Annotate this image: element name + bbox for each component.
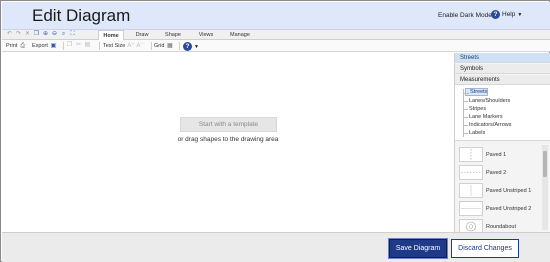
toolbar-divider xyxy=(179,42,180,50)
text-size-control[interactable]: Text Size A⁺ A⁻ xyxy=(103,42,144,50)
shape-label: Roundabout xyxy=(486,223,516,230)
grid-icon: ▦ xyxy=(167,42,173,49)
tree-item-labels[interactable]: Labels xyxy=(462,129,485,137)
section-symbols[interactable]: Symbols xyxy=(455,64,550,74)
delete-icon[interactable]: ✕ xyxy=(24,31,31,38)
section-streets[interactable]: Streets xyxy=(455,53,550,63)
page-title: Edit Diagram xyxy=(32,6,131,25)
header-bar: Edit Diagram Enable Dark Mode ? Help ▼ xyxy=(2,2,550,30)
shape-item[interactable]: Paved Unstriped 1 xyxy=(459,182,541,199)
unstriped-road-thumbnail xyxy=(459,201,483,216)
tree-item-stripes[interactable]: Stripes xyxy=(462,105,486,113)
ribbon-tabs: ↶ ↷ ✕ ❐ ⊕ ⊖ ⌕ ⛶ Home Draw Shape Views Ma… xyxy=(2,30,550,41)
shape-label: Paved Unstriped 1 xyxy=(486,187,532,194)
app-window: Edit Diagram Enable Dark Mode ? Help ▼ ↶… xyxy=(0,0,550,262)
shape-list-scrollbar[interactable] xyxy=(542,145,548,230)
help-menu[interactable]: ? Help ▼ xyxy=(491,10,522,19)
category-tree: Streets Lanes/Shoulders Stripes Lane Mar… xyxy=(455,85,550,141)
help-icon: ? xyxy=(491,10,500,19)
redo-icon[interactable]: ↷ xyxy=(15,31,22,38)
help-icon: ? xyxy=(183,42,192,51)
paste-icon[interactable]: ▤ xyxy=(84,42,91,49)
shape-library-panel: Streets Symbols Measurements Streets Lan… xyxy=(454,53,550,234)
toolbar: Print ⎙ Export ▣ ❐ ✂ ▤ Text Size A⁺ A⁻ G… xyxy=(2,40,550,52)
quick-actions: ↶ ↷ ✕ ❐ ⊕ ⊖ ⌕ ⛶ xyxy=(6,31,76,38)
tab-manage[interactable]: Manage xyxy=(226,30,254,40)
zoom-in-icon[interactable]: ⊕ xyxy=(42,31,49,38)
tree-item-lanes[interactable]: Lanes/Shoulders xyxy=(462,97,510,105)
decrease-text-icon[interactable]: A⁻ xyxy=(136,43,143,50)
increase-text-icon[interactable]: A⁺ xyxy=(127,43,134,50)
shape-label: Paved 1 xyxy=(486,151,507,158)
toolbar-divider xyxy=(99,42,100,50)
grid-label: Grid xyxy=(154,43,165,49)
zoom-fit-icon[interactable]: ⌕ xyxy=(60,31,67,38)
shape-item[interactable]: Paved 2 xyxy=(459,164,541,181)
printer-icon: ⎙ xyxy=(20,42,26,49)
help-dropdown[interactable]: ? ▼ xyxy=(183,42,199,51)
tree-item-indicators[interactable]: Indicators/Arrows xyxy=(463,121,512,129)
drawing-area[interactable]: Start with a template or drag shapes to … xyxy=(2,53,454,232)
footer-bar: Save Diagram Discard Changes xyxy=(2,232,550,262)
help-label: Help xyxy=(502,11,516,18)
shape-label: Paved Unstriped 2 xyxy=(486,205,532,212)
chevron-down-icon: ▼ xyxy=(194,43,199,50)
shape-item[interactable]: Paved Unstriped 2 xyxy=(459,200,541,217)
export-label: Export xyxy=(32,43,48,49)
save-disk-icon: ▣ xyxy=(50,42,57,49)
fullscreen-icon[interactable]: ⛶ xyxy=(69,31,76,38)
paved-road-thumbnail xyxy=(459,147,483,162)
tree-connector xyxy=(463,89,464,137)
tab-shape[interactable]: Shape xyxy=(160,30,186,40)
zoom-out-icon[interactable]: ⊖ xyxy=(51,31,58,38)
start-template-button[interactable]: Start with a template xyxy=(180,117,277,132)
unstriped-road-thumbnail xyxy=(459,183,483,198)
print-label: Print xyxy=(6,43,18,49)
copy-icon[interactable]: ❐ xyxy=(33,31,40,38)
paved-road-thumbnail xyxy=(459,165,483,180)
drag-hint-text: or drag shapes to the drawing area xyxy=(177,136,279,143)
chevron-down-icon: ▼ xyxy=(517,11,523,18)
cut-icon[interactable]: ✂ xyxy=(75,42,82,49)
print-button[interactable]: Print ⎙ xyxy=(6,42,26,50)
grid-toggle[interactable]: Grid ▦ xyxy=(154,42,173,50)
dark-mode-toggle[interactable]: Enable Dark Mode xyxy=(438,12,492,19)
discard-changes-button[interactable]: Discard Changes xyxy=(451,239,519,258)
shape-label: Paved 2 xyxy=(486,169,507,176)
undo-icon[interactable]: ↶ xyxy=(6,31,13,38)
copy-icon[interactable]: ❐ xyxy=(66,42,73,49)
save-diagram-button[interactable]: Save Diagram xyxy=(388,238,448,259)
tree-item-lane-markers[interactable]: Lane Markers xyxy=(463,113,503,121)
toolbar-divider xyxy=(151,42,152,50)
shape-list: Paved 1 Paved 2 Paved Unstriped 1 Paved … xyxy=(455,143,550,234)
export-button[interactable]: Export ▣ xyxy=(32,42,57,50)
clipboard-group: ❐ ✂ ▤ xyxy=(66,42,91,49)
scrollbar-thumb[interactable] xyxy=(543,151,547,177)
text-size-label: Text Size xyxy=(103,43,126,49)
toolbar-divider xyxy=(63,42,64,50)
section-measurements[interactable]: Measurements xyxy=(455,75,550,85)
tab-draw[interactable]: Draw xyxy=(130,30,154,40)
shape-item[interactable]: Paved 1 xyxy=(459,146,541,163)
tab-views[interactable]: Views xyxy=(194,30,218,40)
tree-item-streets[interactable]: Streets xyxy=(463,88,489,96)
